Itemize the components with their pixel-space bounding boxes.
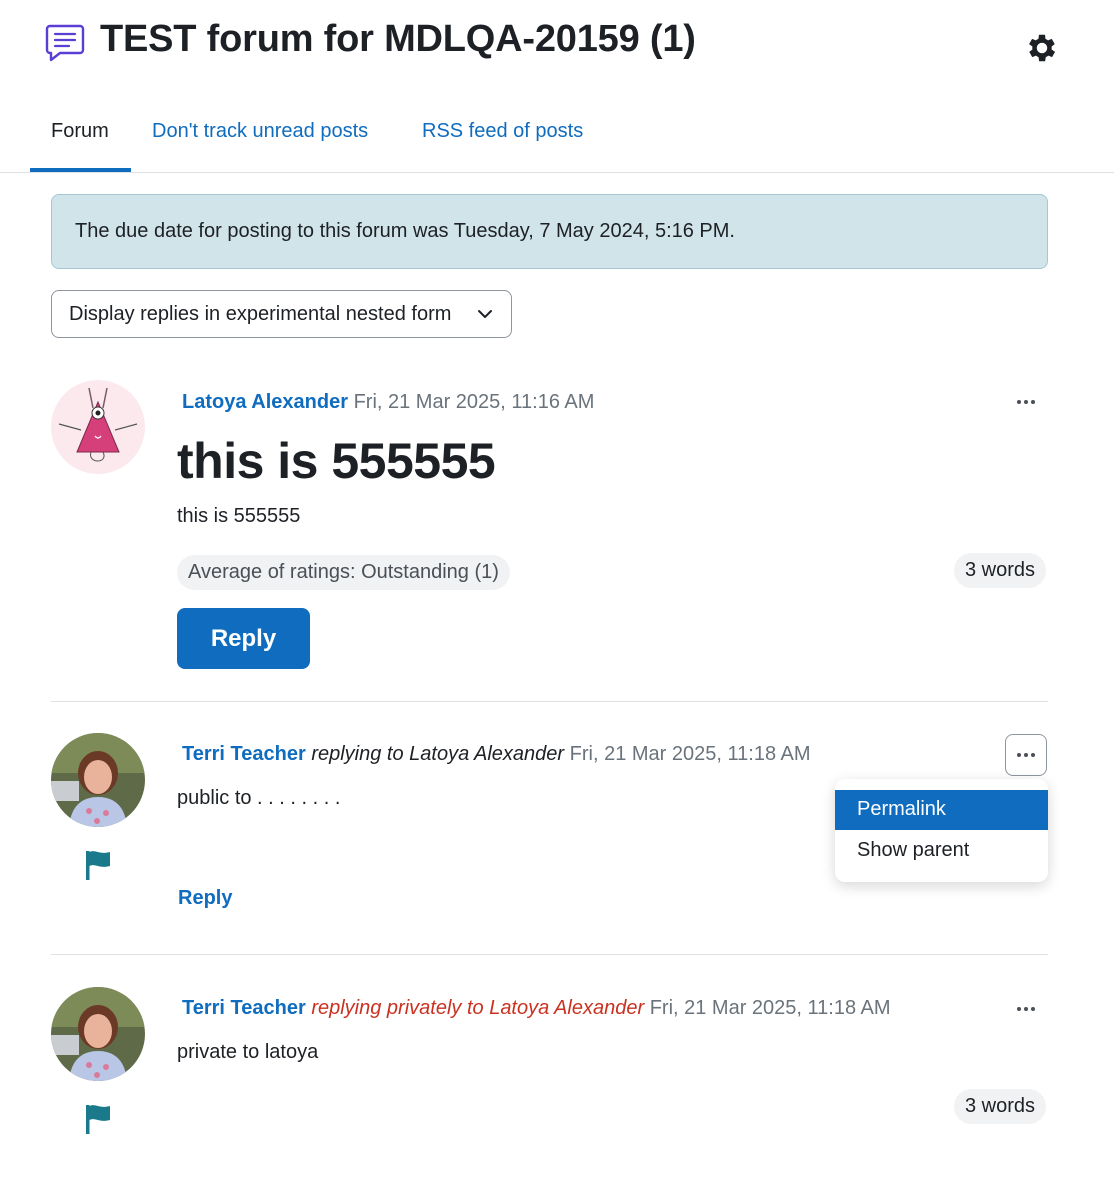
due-date-alert: The due date for posting to this forum w… — [51, 194, 1048, 269]
post-meta: Terri Teacher replying to Latoya Alexand… — [182, 743, 811, 766]
post-date: Fri, 21 Mar 2025, 11:18 AM — [649, 997, 891, 1019]
display-mode-select[interactable]: Display replies in experimental nested f… — [51, 290, 512, 338]
post-author[interactable]: Terri Teacher — [182, 743, 306, 765]
menu-item-show-parent[interactable]: Show parent — [835, 831, 1048, 871]
post-date: Fri, 21 Mar 2025, 11:18 AM — [569, 743, 811, 765]
more-dot — [1024, 1007, 1028, 1011]
menu-item-permalink[interactable]: Permalink — [835, 790, 1048, 830]
post-divider — [51, 954, 1048, 955]
tab-nav: Forum Don't track unread posts RSS feed … — [30, 100, 1114, 173]
more-dot — [1024, 753, 1028, 757]
rating-badge: Average of ratings: Outstanding (1) — [177, 555, 510, 590]
post-body: private to latoya — [177, 1041, 319, 1063]
avatar — [51, 380, 145, 474]
post-actions-button[interactable] — [1005, 988, 1047, 1030]
user-photo-icon — [51, 987, 145, 1081]
post-actions-menu: Permalink Show parent — [835, 779, 1048, 882]
post-body: public to . . . . . . . . — [177, 787, 341, 809]
more-dot — [1031, 400, 1035, 404]
post-divider — [51, 701, 1048, 702]
post-meta: Terri Teacher replying privately to Lato… — [182, 997, 891, 1020]
post-date: Fri, 21 Mar 2025, 11:16 AM — [353, 391, 595, 413]
reply-link[interactable]: Reply — [178, 887, 232, 910]
post-author[interactable]: Terri Teacher — [182, 997, 306, 1019]
avatar — [51, 987, 145, 1081]
monster-avatar-icon — [51, 380, 145, 474]
post-subject: this is 555555 — [177, 433, 496, 489]
tab-forum[interactable]: Forum — [51, 120, 109, 143]
post-actions-button[interactable] — [1005, 734, 1047, 776]
tabs-divider — [0, 172, 1114, 173]
more-dot — [1031, 753, 1035, 757]
word-count-badge: 3 words — [954, 1089, 1047, 1124]
more-dot — [1017, 400, 1021, 404]
reply-private-text: replying privately to Latoya Alexander — [311, 997, 645, 1019]
more-dot — [1031, 1007, 1035, 1011]
more-dot — [1017, 1007, 1021, 1011]
display-mode-selected: Display replies in experimental nested f… — [69, 303, 452, 325]
flag-icon — [86, 851, 110, 880]
gear-icon[interactable] — [1024, 30, 1060, 66]
post-actions-button[interactable] — [1005, 381, 1047, 423]
post-author[interactable]: Latoya Alexander — [182, 391, 348, 413]
tab-rss-feed[interactable]: RSS feed of posts — [422, 120, 583, 143]
page-title: TEST forum for MDLQA-20159 (1) — [100, 18, 696, 60]
word-count-badge: 3 words — [954, 553, 1047, 588]
avatar — [51, 733, 145, 827]
tab-dont-track-unread[interactable]: Don't track unread posts — [152, 120, 368, 143]
chevron-down-icon — [478, 310, 492, 318]
flag-icon — [86, 1105, 110, 1134]
more-dot — [1024, 400, 1028, 404]
reply-to-text: replying to Latoya Alexander — [311, 743, 565, 765]
more-dot — [1017, 753, 1021, 757]
user-photo-icon — [51, 733, 145, 827]
post-meta: Latoya Alexander Fri, 21 Mar 2025, 11:16… — [182, 391, 594, 414]
forum-icon — [45, 24, 85, 62]
post-body: this is 555555 — [177, 505, 301, 527]
reply-button[interactable]: Reply — [177, 608, 310, 669]
